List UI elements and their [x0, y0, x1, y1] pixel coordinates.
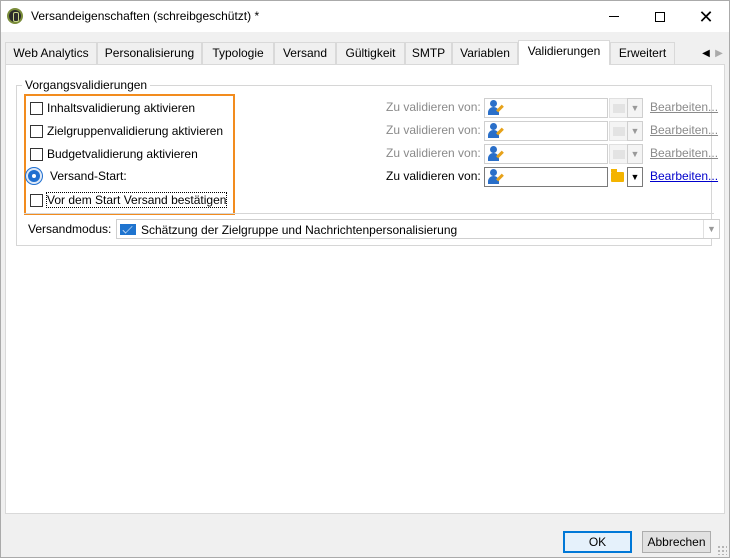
delivery-start-icon	[26, 168, 42, 184]
target-validator-field	[484, 121, 608, 141]
validate-by-label: Zu validieren von:	[386, 100, 481, 114]
budget-validation-checkbox[interactable]	[30, 147, 43, 161]
validierungen-panel: Vorgangsvalidierungen Inhaltsvalidierung…	[5, 64, 725, 514]
content-validation-row: Inhaltsvalidierung aktivieren	[30, 100, 195, 116]
maximize-icon	[655, 11, 665, 22]
resize-grip[interactable]	[717, 545, 727, 555]
mode-label: Versandmodus:	[28, 222, 112, 236]
minimize-icon	[609, 16, 619, 17]
budget-validator-dropdown: ▼	[627, 144, 643, 164]
target-edit-link: Bearbeiten...	[650, 123, 719, 137]
operator-icon	[487, 123, 504, 139]
cancel-button[interactable]: Abbrechen	[642, 531, 711, 553]
content-edit-link: Bearbeiten...	[650, 100, 719, 114]
target-validation-checkbox[interactable]	[30, 124, 43, 138]
tab-validierungen[interactable]: Validierungen	[518, 40, 610, 65]
validate-by-label: Zu validieren von:	[386, 146, 481, 160]
dialog-window: Versandeigenschaften (schreibgeschützt) …	[0, 0, 730, 558]
window-title: Versandeigenschaften (schreibgeschützt) …	[31, 9, 260, 23]
delivery-start-edit-link[interactable]: Bearbeiten...	[650, 169, 718, 183]
delivery-mode-select[interactable]: Schätzung der Zielgruppe und Nachrichten…	[116, 219, 720, 239]
target-validation-row: Zielgruppenvalidierung aktivieren	[30, 123, 223, 139]
chevron-down-icon[interactable]: ▼	[703, 220, 719, 238]
tab-personalisierung[interactable]: Personalisierung	[97, 42, 202, 65]
target-validator-select-button	[609, 121, 628, 141]
target-validation-label: Zielgruppenvalidierung aktivieren	[47, 124, 224, 138]
tab-versand[interactable]: Versand	[274, 42, 336, 65]
mail-icon	[120, 224, 136, 235]
budget-validator-field	[484, 144, 608, 164]
confirm-start-checkbox[interactable]	[30, 193, 43, 207]
tab-scroll-left-icon[interactable]: ◀	[700, 46, 712, 60]
folder-icon[interactable]	[609, 167, 628, 187]
tab-gueltigkeit[interactable]: Gültigkeit	[336, 42, 405, 65]
separator	[24, 213, 714, 214]
validate-by-label: Zu validieren von:	[386, 123, 481, 137]
close-icon: ✕	[698, 6, 714, 27]
validate-by-label: Zu validieren von:	[386, 169, 481, 183]
delivery-start-row: Versand-Start:	[26, 167, 127, 185]
content-validation-checkbox[interactable]	[30, 101, 43, 115]
group-label: Vorgangsvalidierungen	[22, 78, 151, 92]
budget-validation-row: Budgetvalidierung aktivieren	[30, 146, 198, 162]
operator-icon	[487, 169, 504, 185]
content-validator-select-button	[609, 98, 628, 118]
minimize-button[interactable]	[591, 1, 637, 32]
delivery-start-validator-field[interactable]	[484, 167, 608, 187]
delivery-start-label: Versand-Start:	[50, 169, 127, 183]
content-validation-label: Inhaltsvalidierung aktivieren	[47, 101, 196, 115]
delivery-mode-value: Schätzung der Zielgruppe und Nachrichten…	[141, 223, 458, 237]
tab-bar: Web Analytics Personalisierung Typologie…	[5, 40, 725, 65]
app-icon	[7, 8, 23, 24]
operator-icon	[487, 100, 504, 116]
tab-variablen[interactable]: Variablen	[452, 42, 518, 65]
close-button[interactable]: ✕	[683, 1, 729, 32]
budget-edit-link: Bearbeiten...	[650, 146, 719, 160]
tab-typologie[interactable]: Typologie	[202, 42, 274, 65]
budget-validation-label: Budgetvalidierung aktivieren	[47, 147, 198, 161]
target-validator-dropdown: ▼	[627, 121, 643, 141]
ok-button[interactable]: OK	[563, 531, 632, 553]
tab-smtp[interactable]: SMTP	[405, 42, 452, 65]
operator-icon	[487, 146, 504, 162]
tab-web-analytics[interactable]: Web Analytics	[5, 42, 97, 65]
budget-validator-select-button	[609, 144, 628, 164]
delivery-start-validator-dropdown[interactable]: ▼	[627, 167, 643, 187]
maximize-button[interactable]	[637, 1, 683, 32]
content-validator-field	[484, 98, 608, 118]
tab-scroll-right-icon[interactable]: ▶	[713, 46, 725, 60]
confirm-start-row: Vor dem Start Versand bestätigen	[30, 192, 228, 208]
content-validator-dropdown: ▼	[627, 98, 643, 118]
tab-erweitert[interactable]: Erweitert	[610, 42, 675, 65]
confirm-start-label: Vor dem Start Versand bestätigen	[45, 192, 228, 208]
title-bar: Versandeigenschaften (schreibgeschützt) …	[1, 1, 729, 32]
